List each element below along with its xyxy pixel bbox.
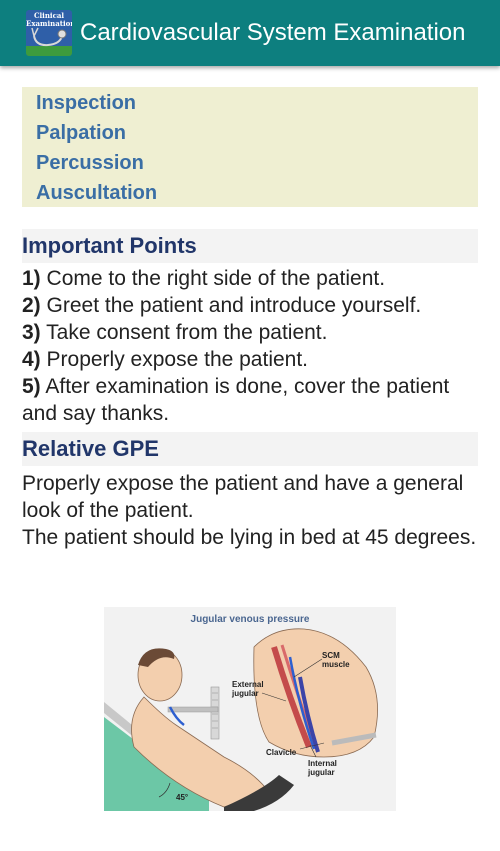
item-number: 3) [22, 321, 41, 344]
item-text: Come to the right side of the patient. [40, 267, 386, 290]
item-number: 1) [22, 267, 41, 290]
list-item: 3) Take consent from the patient. [22, 319, 482, 346]
app-logo-text: Clinical Examination [26, 11, 72, 28]
list-item: 1) Come to the right side of the patient… [22, 265, 482, 292]
nav-link-palpation[interactable]: Palpation [36, 118, 126, 148]
item-number: 5) [22, 375, 41, 398]
item-number: 2) [22, 294, 41, 317]
label-45-degrees: 45° [176, 793, 189, 802]
important-points-list: 1) Come to the right side of the patient… [22, 265, 482, 427]
app-title: Cardiovascular System Examination [80, 19, 466, 46]
gpe-paragraph-1: Properly expose the patient and have a g… [22, 472, 464, 522]
item-text: Take consent from the patient. [40, 321, 328, 344]
figure-title: Jugular venous pressure [190, 614, 310, 625]
label-internal-jugular: Internal jugular [308, 759, 337, 777]
gpe-paragraph-2: The patient should be lying in bed at 45… [22, 526, 477, 549]
nav-link-inspection[interactable]: Inspection [36, 88, 136, 118]
important-points-heading: Important Points [22, 233, 197, 258]
nav-link-percussion[interactable]: Percussion [36, 148, 144, 178]
relative-gpe-heading: Relative GPE [22, 436, 159, 461]
list-item: 2) Greet the patient and introduce yours… [22, 292, 482, 319]
item-text: Properly expose the patient. [40, 348, 309, 371]
section-nav: Inspection Palpation Percussion Ausculta… [22, 87, 478, 207]
app-logo-icon: Clinical Examination [26, 10, 72, 56]
jvp-illustration-drawing [104, 628, 378, 811]
important-points-header: Important Points [22, 229, 478, 263]
relative-gpe-header: Relative GPE [22, 432, 478, 466]
label-scm-muscle: SCM muscle [322, 651, 350, 669]
list-item: 5) After examination is done, cover the … [22, 373, 482, 427]
nav-link-auscultation[interactable]: Auscultation [36, 178, 157, 208]
label-clavicle: Clavicle [266, 748, 297, 757]
item-text: Greet the patient and introduce yourself… [40, 294, 422, 317]
jvp-illustration: Jugular venous pressure SCM muscle Exter… [104, 607, 396, 811]
relative-gpe-body: Properly expose the patient and have a g… [22, 470, 482, 551]
list-item: 4) Properly expose the patient. [22, 346, 482, 373]
item-text: After examination is done, cover the pat… [22, 375, 450, 425]
label-external-jugular: External jugular [232, 680, 264, 698]
app-bar: Clinical Examination Cardiovascular Syst… [0, 0, 500, 66]
item-number: 4) [22, 348, 41, 371]
